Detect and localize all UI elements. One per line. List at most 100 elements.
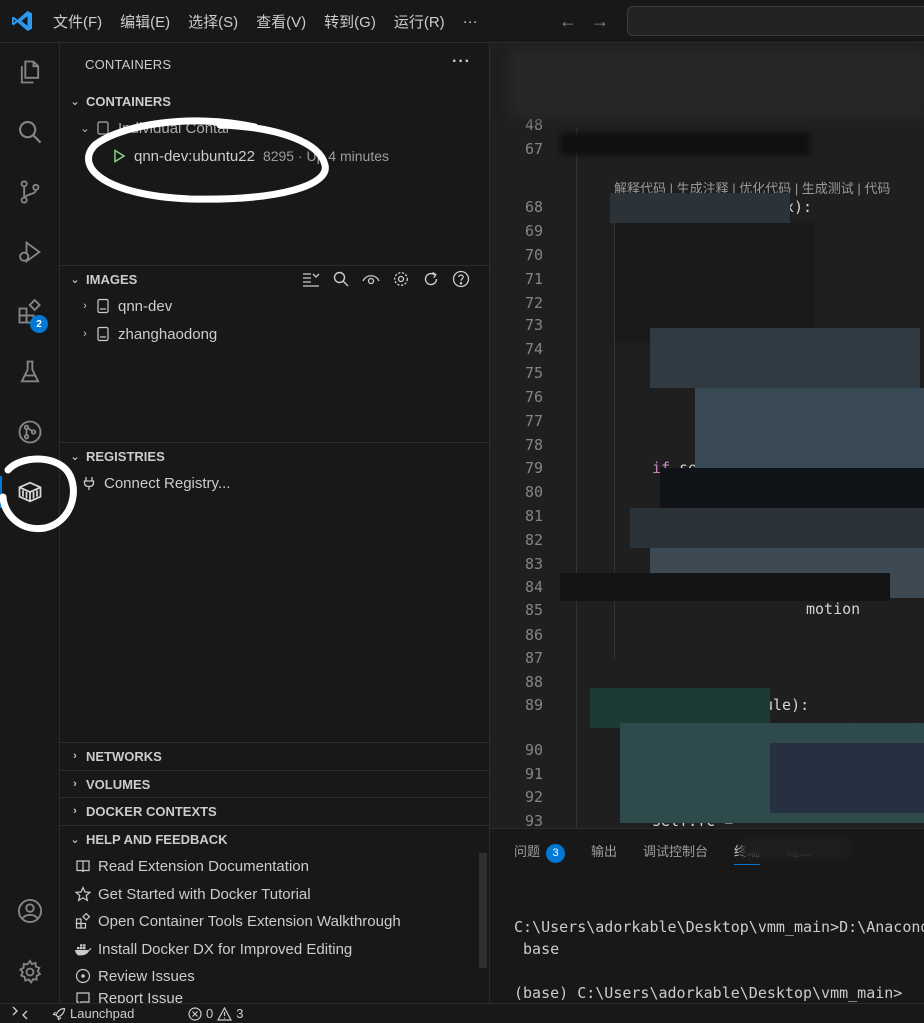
report-issue-icon	[74, 990, 92, 1003]
search-activity[interactable]	[0, 108, 59, 156]
code-editor[interactable]: 48 67 68 69 70 71 72 73 74 75 76 77 78 79 80 81 82 83 84 85…	[490, 43, 924, 828]
accounts-activity[interactable]	[0, 887, 59, 935]
source-control-activity[interactable]	[0, 168, 59, 216]
help-item-label: Report Issue	[98, 990, 184, 1003]
volumes-section-header[interactable]: › VOLUMES	[60, 770, 489, 797]
nav-arrows: ← →	[556, 9, 612, 33]
plug-icon	[80, 474, 98, 492]
terminal-line[interactable]: base	[514, 940, 559, 958]
forward-arrow-icon[interactable]: →	[588, 9, 612, 33]
chevron-down-icon: ⌄	[70, 273, 80, 286]
search-icon[interactable]	[330, 269, 352, 289]
registries-section-header[interactable]: ⌄ REGISTRIES	[60, 442, 489, 469]
menu-edit[interactable]: 编辑(E)	[111, 11, 179, 32]
warning-icon	[217, 1006, 233, 1021]
launchpad-item[interactable]: Launchpad	[52, 1006, 134, 1021]
git-graph-activity[interactable]	[0, 408, 59, 456]
refresh-icon[interactable]	[420, 269, 442, 289]
menu-go[interactable]: 转到(G)	[315, 11, 385, 32]
help-item[interactable]: Report Issue	[60, 990, 489, 1003]
flask-icon	[19, 360, 40, 383]
networks-section-header[interactable]: › NETWORKS	[60, 742, 489, 769]
docker-contexts-section-header[interactable]: › DOCKER CONTEXTS	[60, 797, 489, 824]
help-item[interactable]: Review Issues	[60, 963, 489, 989]
line-number: 89	[524, 696, 543, 714]
chevron-right-icon: ›	[73, 805, 77, 817]
command-center-search[interactable]	[627, 6, 924, 36]
tab-output[interactable]: 输出	[591, 841, 617, 865]
container-group-row[interactable]: ⌄ Individual Contai	[60, 115, 489, 141]
redaction-block	[695, 388, 924, 468]
launchpad-label: Launchpad	[70, 1006, 135, 1021]
image-row[interactable]: › qnn-dev	[60, 293, 489, 319]
explorer-activity[interactable]	[0, 48, 59, 96]
container-item-row[interactable]: qnn-dev:ubuntu22 8295 · Up 4 minutes	[60, 143, 489, 169]
section-title: NETWORKS	[86, 748, 162, 764]
sidebar-more-button[interactable]: ···	[452, 53, 471, 71]
indent-guide	[576, 128, 577, 828]
help-item[interactable]: Open Container Tools Extension Walkthrou…	[60, 908, 489, 934]
chevron-down-icon: ⌄	[80, 122, 90, 135]
line-number: 82	[524, 531, 543, 549]
gear-icon	[18, 959, 41, 985]
eye-icon[interactable]	[360, 269, 382, 289]
containers-activity[interactable]	[0, 468, 59, 516]
rocket-icon	[52, 1007, 66, 1021]
redaction-block	[770, 743, 924, 813]
containers-section-header[interactable]: ⌄ CONTAINERS	[60, 88, 489, 114]
vscode-logo-icon[interactable]	[10, 9, 34, 33]
redaction-block	[510, 48, 924, 118]
group-by-icon[interactable]	[300, 269, 322, 289]
menu-view[interactable]: 查看(V)	[247, 11, 315, 32]
connect-registry-row[interactable]: Connect Registry...	[60, 470, 489, 496]
menu-selection[interactable]: 选择(S)	[179, 11, 247, 32]
help-item-label: Review Issues	[98, 967, 195, 985]
chevron-right-icon: ›	[83, 328, 87, 340]
testing-activity[interactable]	[0, 348, 59, 396]
line-number: 73	[524, 316, 543, 334]
menu-file[interactable]: 文件(F)	[44, 11, 111, 32]
manage-activity[interactable]	[0, 948, 59, 996]
remote-indicator[interactable]	[12, 1006, 28, 1020]
line-number: 87	[524, 649, 543, 667]
image-row[interactable]: › zhanghaodong	[60, 321, 489, 347]
section-title: IMAGES	[86, 271, 138, 287]
terminal-prompt[interactable]: (base) C:\Users\adorkable\Desktop\vmm_ma…	[514, 984, 902, 1002]
images-section-header[interactable]: ⌄ IMAGES	[60, 265, 489, 292]
back-arrow-icon[interactable]: ←	[556, 9, 580, 33]
terminal-line[interactable]: C:\Users\adorkable\Desktop\vmm_main>D:\A…	[514, 918, 924, 936]
line-number: 81	[524, 507, 543, 525]
help-item[interactable]: Get Started with Docker Tutorial	[60, 881, 489, 907]
menu-run[interactable]: 运行(R)	[385, 11, 454, 32]
line-number: 78	[524, 436, 543, 454]
menu-more[interactable]: ···	[454, 13, 487, 30]
container-name: qnn-dev:ubuntu22	[134, 147, 255, 165]
help-icon[interactable]	[450, 269, 472, 289]
line-number: 67	[524, 140, 543, 158]
line-number: 75	[524, 364, 543, 382]
problems-status[interactable]: 0 3	[188, 1006, 243, 1021]
status-bar: Launchpad 0 3	[0, 1003, 924, 1023]
images-toolbar	[300, 269, 472, 289]
search-icon	[18, 121, 41, 144]
account-icon	[17, 898, 42, 924]
sidebar-scrollbar[interactable]	[479, 853, 487, 968]
gear-icon[interactable]	[390, 269, 412, 289]
extensions-activity[interactable]: 2	[0, 288, 59, 336]
tab-problems[interactable]: 问题 3	[514, 841, 566, 865]
help-feedback-section-header[interactable]: ⌄ HELP AND FEEDBACK	[60, 825, 489, 852]
git-graph-icon	[18, 420, 41, 444]
container-status: 8295 · Up 4 minutes	[262, 148, 390, 164]
tab-debug-console[interactable]: 调试控制台	[643, 841, 708, 865]
chevron-down-icon: ⌄	[70, 450, 80, 463]
line-number: 48	[524, 116, 543, 134]
code-token: motion	[806, 600, 861, 618]
line-number: 92	[524, 788, 543, 806]
help-item[interactable]: Install Docker DX for Improved Editing	[60, 936, 489, 962]
line-number: 69	[524, 222, 543, 240]
help-item-label: Install Docker DX for Improved Editing	[98, 940, 353, 958]
help-item[interactable]: Read Extension Documentation	[60, 853, 489, 879]
chevron-right-icon: ›	[73, 750, 77, 762]
stack-icon	[94, 119, 112, 137]
run-debug-activity[interactable]	[0, 228, 59, 276]
